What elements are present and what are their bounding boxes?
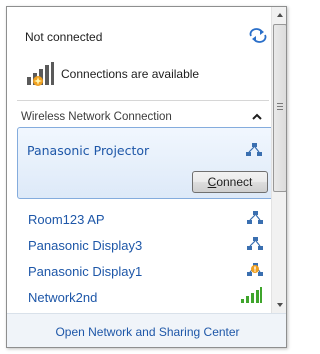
chevron-up-icon[interactable] [252,113,262,121]
network-flyout: Not connected Connections are available … [6,6,287,348]
network-name: Network2nd [28,290,98,305]
connections-available-icon [27,62,54,86]
grip-icon [277,103,283,110]
network-list-panel: Not connected Connections are available … [7,7,271,313]
section-title[interactable]: Wireless Network Connection [21,111,172,123]
network-name: Panasonic Projector [27,143,150,158]
connect-button[interactable]: Connect [192,171,268,193]
wifi-signal-bars-icon [241,287,262,303]
flyout-footer: Open Network and Sharing Center [7,313,286,347]
network-item[interactable]: Panasonic Display3 [17,233,271,259]
connect-label: onnect [216,175,253,189]
connections-available-label: Connections are available [61,67,200,81]
network-name: Panasonic Display3 [28,238,143,253]
network-item[interactable]: Network2nd [17,285,271,311]
adhoc-network-icon [246,143,262,156]
connect-access-key: C [207,175,217,189]
adhoc-network-warning-icon [247,263,263,276]
scroll-thumb[interactable] [273,24,286,192]
connection-status: Not connected [25,30,103,44]
scroll-up-arrow-icon[interactable] [272,7,287,24]
section-divider [17,100,269,101]
refresh-icon[interactable] [248,27,268,43]
adhoc-network-icon [247,211,263,224]
network-item[interactable]: Panasonic Display1 [17,259,271,285]
scroll-down-arrow-icon[interactable] [272,296,287,313]
network-item[interactable]: Room123 AP [17,207,271,233]
adhoc-network-icon [247,237,263,250]
network-sharing-center-link[interactable]: Open Network and Sharing Center [7,325,286,339]
network-name: Room123 AP [28,212,105,227]
vertical-scrollbar[interactable] [271,7,287,313]
selected-network-item[interactable]: Panasonic Projector Connect [17,127,271,199]
network-name: Panasonic Display1 [28,264,143,279]
